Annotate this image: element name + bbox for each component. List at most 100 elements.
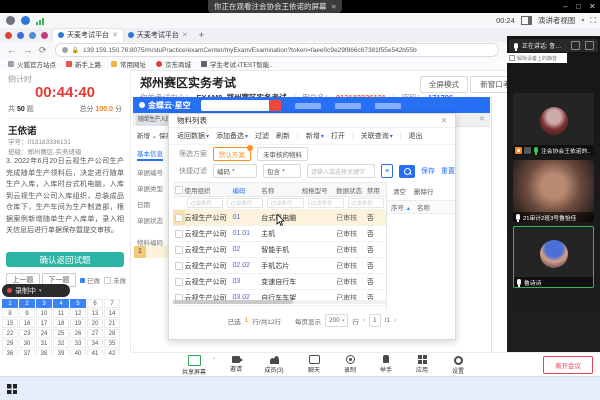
open-button[interactable]: 打开	[331, 131, 345, 141]
device-note[interactable]: 解除设备上的静音	[507, 53, 567, 63]
field-select[interactable]: 编码▾	[213, 164, 257, 178]
palette-cell[interactable]: 42	[104, 349, 120, 355]
record-button[interactable]: 录制	[330, 355, 370, 374]
dialog-close-icon[interactable]: ✕	[441, 116, 447, 125]
raise-hand-button[interactable]: 举手	[366, 355, 406, 374]
delete-row-link[interactable]: 删除行	[414, 186, 434, 196]
palette-cell[interactable]: 37	[19, 349, 35, 355]
reload-icon[interactable]: ⟳	[39, 45, 47, 56]
start-button[interactable]	[7, 384, 17, 394]
video-tile-speaking[interactable]: 鲁诗诗	[513, 226, 594, 288]
back-icon[interactable]: ←	[7, 45, 16, 55]
palette-cell[interactable]: 39	[53, 349, 69, 355]
table-cell[interactable]: 已审核	[336, 213, 367, 223]
tab-basic-info[interactable]: 基本信息	[137, 148, 163, 161]
advanced-filter-button[interactable]: ≡	[381, 164, 393, 178]
reset-link[interactable]: 重置	[441, 166, 455, 176]
tab-inbound-order[interactable]: 随单生产入库单	[136, 114, 171, 126]
current-page-input[interactable]: 1	[369, 314, 381, 327]
default-scheme-chip[interactable]: 默认方案	[213, 147, 251, 161]
row-checkbox[interactable]	[175, 262, 183, 270]
fullscreen-mode-button[interactable]: 全屏模式	[420, 76, 468, 93]
meeting-info-icon[interactable]	[6, 16, 15, 25]
leave-meeting-button[interactable]: 离开会议	[543, 356, 593, 374]
table-cell[interactable]: 智能手机	[261, 245, 301, 255]
new-tab-icon[interactable]: +	[199, 30, 204, 40]
table-cell[interactable]: 否	[367, 245, 386, 255]
palette-cell[interactable]: 18	[53, 319, 69, 328]
column-filter-input[interactable]: 过滤条件	[227, 198, 263, 208]
column-filter-input[interactable]: 过滤条件	[348, 198, 384, 208]
palette-cell[interactable]: 8	[2, 309, 18, 318]
table-cell[interactable]: 云视生产公司	[185, 229, 233, 239]
sort-asc-icon[interactable]: ▲	[406, 206, 411, 212]
keyword-input[interactable]: 请输入或选择关键字	[307, 164, 375, 178]
palette-cell[interactable]: 28	[104, 329, 120, 338]
grid-row-index[interactable]: 1	[134, 246, 146, 258]
apps-button[interactable]: 应用	[402, 355, 442, 374]
palette-cell[interactable]: 24	[36, 329, 52, 338]
palette-cell[interactable]: 27	[87, 329, 103, 338]
new-button[interactable]: 新增▾	[306, 131, 324, 141]
shield-icon[interactable]	[62, 47, 68, 53]
palette-cell[interactable]: 23	[19, 329, 35, 338]
filter-button[interactable]: 过滤	[255, 131, 269, 141]
browser-tab-inactive[interactable]: 天麦考试平台 ✕	[123, 29, 193, 42]
clear-selection-link[interactable]: 清空	[393, 186, 406, 196]
next-page-icon[interactable]: ›	[394, 317, 396, 324]
erp-menu[interactable]	[281, 96, 401, 114]
table-cell[interactable]: 否	[367, 229, 386, 239]
insecure-lock-icon[interactable]: 🔒	[72, 47, 79, 54]
table-row[interactable]: 云视生产公司03变速自行车已审核否	[173, 274, 386, 290]
row-checkbox[interactable]	[175, 214, 183, 222]
row-checkbox[interactable]	[175, 230, 183, 238]
table-cell[interactable]: 变速自行车	[261, 277, 301, 287]
table-cell[interactable]: 否	[367, 213, 386, 223]
browser-tab-active[interactable]: 天麦考试平台 ✕	[53, 29, 123, 42]
video-tile-sharer[interactable]: 注会协会王依诺的..	[513, 93, 594, 155]
table-cell[interactable]: 03	[232, 278, 261, 285]
column-filter-input[interactable]: 过滤条件	[308, 198, 344, 208]
video-tile[interactable]: 21审计2班3号鲁怡佳	[513, 160, 594, 222]
palette-cell[interactable]: 13	[87, 309, 103, 318]
table-cell[interactable]: 云视生产公司	[185, 261, 233, 271]
table-cell[interactable]: 云视生产公司	[185, 245, 233, 255]
palette-cell[interactable]: 33	[70, 339, 86, 348]
erp-tab-close-icon[interactable]: ✕	[479, 115, 485, 123]
share-screen-button[interactable]: 共享屏幕 ⌃	[174, 355, 214, 376]
table-cell[interactable]: 否	[367, 277, 386, 287]
members-button[interactable]: 成员(3)	[254, 355, 294, 374]
banner-menu-icon[interactable]: ≡	[332, 2, 336, 11]
bookmark-item[interactable]: 新手上路	[66, 59, 101, 69]
table-row[interactable]: 云视生产公司02.02手机芯片已审核否	[173, 258, 386, 274]
palette-cell[interactable]: 15	[2, 319, 18, 328]
table-cell[interactable]: 已审核	[336, 229, 367, 239]
palette-cell[interactable]: 20	[87, 319, 103, 328]
view-mode-label[interactable]: 演讲者视图	[538, 15, 576, 26]
return-data-button[interactable]: 返回数据▾	[177, 131, 209, 141]
confirm-return-button[interactable]: 确认返回试题	[6, 252, 124, 267]
operator-select[interactable]: 包含▾	[263, 164, 301, 178]
exit-button[interactable]: 退出	[409, 131, 423, 141]
column-filter-input[interactable]: 过滤条件	[187, 198, 223, 208]
table-cell[interactable]: 手机芯片	[261, 261, 301, 271]
erp-search-input[interactable]	[201, 100, 281, 111]
row-checkbox[interactable]	[175, 278, 183, 286]
unaudited-chip[interactable]: 未审核的物料	[257, 147, 308, 161]
palette-cell[interactable]: 14	[104, 309, 120, 318]
forward-icon[interactable]: →	[23, 45, 32, 55]
checkbox-icon[interactable]	[509, 55, 515, 61]
palette-cell[interactable]: 31	[36, 339, 52, 348]
table-cell[interactable]: 02	[232, 246, 261, 253]
erp-form-toolbar[interactable]: 新增 ⌄ 保存	[137, 130, 168, 140]
palette-cell[interactable]: 41	[87, 349, 103, 355]
palette-cell[interactable]: 30	[19, 339, 35, 348]
restore-icon[interactable]: □	[576, 0, 581, 13]
column-filter-input[interactable]: 过滤条件	[267, 198, 303, 208]
index-column-header[interactable]: 序号 ▲	[387, 202, 417, 212]
palette-cell[interactable]: 17	[36, 319, 52, 328]
palette-cell[interactable]: 38	[36, 349, 52, 355]
tab-close-icon[interactable]: ✕	[182, 31, 188, 39]
horizontal-scrollbar[interactable]	[173, 300, 386, 304]
palette-cell[interactable]: 32	[53, 339, 69, 348]
